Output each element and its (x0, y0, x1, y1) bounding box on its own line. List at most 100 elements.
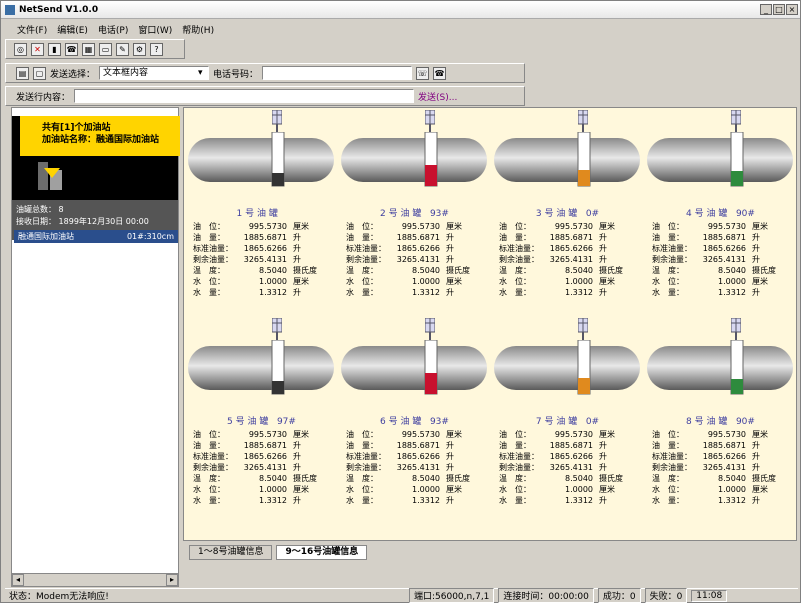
station-header-label: 共有[1]个加油站 加油站名称：融通国际加油站 (20, 116, 180, 156)
menu-phone[interactable]: 电话(P) (98, 23, 128, 36)
reading-row: 剩余油量： 3265.4131 升 (193, 463, 301, 472)
send-select-dropdown[interactable]: 文本框内容 ▾ (99, 66, 210, 80)
close-icon[interactable]: ✕ (31, 42, 44, 56)
gauge-top-icon (425, 110, 435, 132)
reading-row: 标准油量： 1865.6266 升 (346, 452, 454, 461)
reading-row: 标准油量： 1865.6266 升 (499, 244, 607, 253)
dial-icon[interactable]: ☏ (416, 66, 430, 80)
reading-row: 油 位： 995.5730 厘米 (193, 430, 309, 439)
tank-name: 2 号 油 罐 93# (380, 209, 449, 219)
reading-row: 水 位： 1.0000 厘米 (652, 277, 768, 286)
reading-row: 水 量： 1.3312 升 (499, 288, 607, 297)
tank-readings: 油 位： 995.5730 厘米油 量： 1885.6871 升标准油量： 1865.62… (193, 221, 338, 298)
menu-edit[interactable]: 编辑(E) (57, 23, 88, 36)
reading-row: 剩余油量： 3265.4131 升 (652, 463, 760, 472)
send-line-input[interactable] (74, 89, 415, 103)
tank-name: 5 号 油 罐 97# (227, 417, 296, 427)
reading-row: 剩余油量： 3265.4131 升 (499, 463, 607, 472)
main-toolbar: ◎ ✕ ▮ ☎ ▦ ▭ ✎ ⚙ ? (5, 39, 185, 59)
reading-row: 油 量： 1885.6871 升 (652, 233, 760, 242)
reading-row: 油 位： 995.5730 厘米 (499, 222, 615, 231)
scroll-right-arrow[interactable]: ▸ (166, 574, 178, 586)
chevron-down-icon: ▾ (198, 68, 203, 78)
tab-tanks-1-8[interactable]: 1～8号油罐信息 (189, 545, 273, 560)
menu-help[interactable]: 帮助(H) (182, 23, 214, 36)
reading-row: 剩余油量： 3265.4131 升 (193, 255, 301, 264)
message-toolbar: 发送行内容： 发送(S)... (5, 86, 525, 106)
tank-card: 6 号 油 罐 93# 油 位： 995.5730 厘米油 量： 1885.6871 升标… (338, 318, 491, 526)
tank-readings: 油 位： 995.5730 厘米油 量： 1885.6871 升标准油量： 1865.62… (193, 429, 338, 506)
title-bar: NetSend V1.0.0 _ □ × (1, 1, 800, 19)
phonebook-icon[interactable]: ☎ (433, 66, 447, 80)
maximize-button[interactable]: □ (773, 4, 785, 15)
gauge-top-icon (578, 318, 588, 340)
reading-row: 水 位： 1.0000 厘米 (499, 277, 615, 286)
reading-row: 温 度： 8.5040 摄氏度 (193, 474, 317, 483)
tank-tabs: 1～8号油罐信息 9～16号油罐信息 (183, 545, 797, 561)
settings-icon[interactable]: ⚙ (133, 42, 146, 56)
pump-icon (38, 162, 62, 190)
tank-readings: 油 位： 995.5730 厘米油 量： 1885.6871 升标准油量： 1865.62… (652, 221, 797, 298)
success-count: 成功：0 (597, 588, 641, 603)
connect-icon[interactable]: ◎ (14, 42, 27, 56)
open-folder-icon[interactable]: ▤ (16, 66, 29, 80)
fail-count: 失败：0 (644, 588, 688, 603)
tank-name: 3 号 油 罐 0# (535, 209, 600, 219)
tank-graphic (647, 132, 793, 187)
status-bar: 状态：Modem无法响应! 端口:56000,n,7,1 连接时间：00:00:… (5, 588, 798, 603)
book-icon[interactable]: ▮ (48, 42, 61, 56)
gauge-top-icon (731, 318, 741, 340)
tank-readings: 油 位： 995.5730 厘米油 量： 1885.6871 升标准油量： 1865.62… (346, 429, 491, 506)
tab-tanks-9-16[interactable]: 9～16号油罐信息 (276, 545, 368, 560)
monitor-icon[interactable]: ▭ (99, 42, 112, 56)
grid-icon[interactable]: ▦ (82, 42, 95, 56)
reading-row: 温 度： 8.5040 摄氏度 (499, 474, 623, 483)
reading-row: 油 位： 995.5730 厘米 (346, 430, 462, 439)
reading-row: 温 度： 8.5040 摄氏度 (652, 474, 776, 483)
menu-window[interactable]: 窗口(W) (138, 23, 172, 36)
send-select-label: 发送选择： (50, 69, 96, 80)
send-line-label: 发送行内容： (16, 92, 71, 103)
reading-row: 油 量： 1885.6871 升 (499, 233, 607, 242)
reading-row: 油 位： 995.5730 厘米 (346, 222, 462, 231)
tank-graphic (494, 132, 640, 187)
tank-name: 4 号 油 罐 90# (686, 209, 755, 219)
phone-icon[interactable]: ☎ (65, 42, 78, 56)
reading-row: 水 量： 1.3312 升 (193, 288, 301, 297)
reading-row: 剩余油量： 3265.4131 升 (346, 463, 454, 472)
reading-row: 油 位： 995.5730 厘米 (193, 222, 309, 231)
reading-row: 标准油量： 1865.6266 升 (193, 244, 301, 253)
reading-row: 水 位： 1.0000 厘米 (652, 485, 768, 494)
tank-readings: 油 位： 995.5730 厘米油 量： 1885.6871 升标准油量： 1865.62… (499, 221, 644, 298)
station-list-item[interactable]: 融通国际加油站 01#:310cm (14, 230, 178, 243)
help-icon[interactable]: ? (150, 42, 163, 56)
minimize-button[interactable]: _ (760, 4, 772, 15)
menu-file[interactable]: 文件(F) (17, 23, 47, 36)
tank-graphic (341, 340, 487, 395)
tank-readings: 油 位： 995.5730 厘米油 量： 1885.6871 升标准油量： 1865.62… (499, 429, 644, 506)
edit-icon[interactable]: ✎ (116, 42, 129, 56)
reading-row: 油 量： 1885.6871 升 (346, 233, 454, 242)
send-button[interactable]: 发送(S)... (418, 90, 457, 103)
phone-number-label: 电话号码： (213, 69, 259, 80)
scroll-left-arrow[interactable]: ◂ (12, 574, 24, 586)
reading-row: 水 量： 1.3312 升 (346, 288, 454, 297)
sidebar-scrollbar[interactable]: ◂ ▸ (11, 573, 179, 587)
gauge-top-icon (578, 110, 588, 132)
status-text: 状态：Modem无法响应! (9, 592, 109, 602)
window-title: NetSend V1.0.0 (19, 4, 99, 15)
app-icon (5, 4, 15, 15)
reading-row: 剩余油量： 3265.4131 升 (346, 255, 454, 264)
phone-number-input[interactable] (262, 66, 413, 80)
tank-name: 8 号 油 罐 90# (686, 417, 755, 427)
tank-name: 7 号 油 罐 0# (535, 417, 600, 427)
document-icon[interactable]: ▢ (33, 66, 46, 80)
reading-row: 水 量： 1.3312 升 (652, 496, 760, 505)
reading-row: 剩余油量： 3265.4131 升 (499, 255, 607, 264)
close-button[interactable]: × (786, 4, 798, 15)
tank-graphic (188, 132, 334, 187)
station-sidebar: 共有[1]个加油站 加油站名称：融通国际加油站 油罐总数： 8 接收日期： 18… (11, 107, 180, 585)
gauge-top-icon (425, 318, 435, 340)
reading-row: 温 度： 8.5040 摄氏度 (346, 266, 470, 275)
tank-card: 5 号 油 罐 97# 油 位： 995.5730 厘米油 量： 1885.6871 升标… (185, 318, 338, 526)
